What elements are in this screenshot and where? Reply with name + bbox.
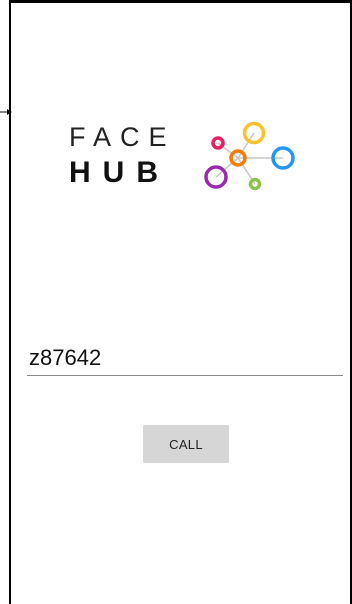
logo-text-face: FACE [69,122,176,152]
arrow-right-icon [0,109,12,115]
facehub-logo: FACE HUB [69,118,301,196]
network-nodes-icon [204,121,295,191]
window-frame-top [9,0,352,3]
call-button[interactable]: CALL [143,425,229,463]
logo-text-hub: HUB [69,156,170,189]
call-id-input[interactable] [27,340,343,376]
window-frame-left [9,0,11,604]
